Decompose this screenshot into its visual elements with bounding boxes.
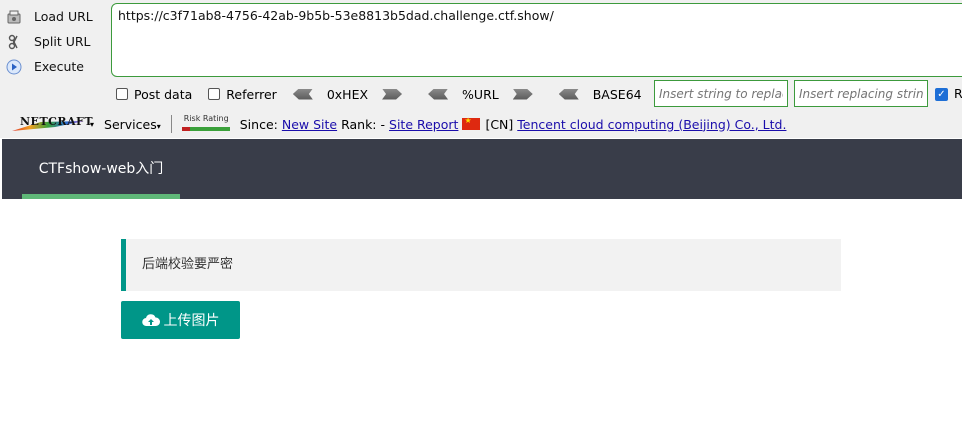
execute-icon [6,59,22,75]
url-textarea[interactable]: https://c3f71ab8-4756-42ab-9b5b-53e8813b… [111,3,962,77]
top-navbar: CTFshow-web入门 [2,139,962,199]
country-code: [CN] [485,116,514,132]
notice-text: 后端校验要严密 [142,257,234,272]
cloud-upload-icon [141,314,160,327]
upload-label: 上传图片 [163,313,220,329]
services-menu[interactable]: Services▾ [104,117,161,132]
referrer-option[interactable]: Referrer [208,87,277,102]
hackbar-actions: Load URL Split URL Execute [6,4,106,79]
url-decode-arrow-icon[interactable] [428,88,449,100]
base64-decode-arrow-icon[interactable] [558,88,579,100]
base64-label: BASE64 [592,86,642,102]
hex-decode-arrow-icon[interactable] [292,88,313,100]
site-report-link[interactable]: Site Report [389,117,458,132]
split-url-button[interactable]: Split URL [6,29,106,54]
since-link[interactable]: New Site [282,117,337,132]
replace-all-label: R [954,86,962,101]
load-url-icon [6,9,22,25]
url-enc-label: %URL [462,86,499,102]
replacing-string-input[interactable] [794,80,928,107]
rank-label: Rank: [341,116,377,132]
risk-rating-label: Risk Rating [183,114,229,123]
hackbar-options: Post data Referrer 0xHEX %URL BASE64 [116,82,702,106]
toolbar-divider [170,115,172,133]
execute-label: Execute [34,59,84,74]
post-data-label: Post data [134,86,193,102]
referrer-checkbox[interactable] [208,88,221,100]
rank-value: - [380,116,386,132]
post-data-checkbox[interactable] [116,88,128,100]
notice-quote: 后端校验要严密 [121,239,841,291]
nav-item-ctfshow[interactable]: CTFshow-web入门 [22,139,180,199]
replace-string-input[interactable] [654,80,788,107]
replace-all-checkbox[interactable]: ✓ [935,88,948,101]
services-label: Services [104,116,157,132]
url-encoder: %URL [428,87,533,102]
hex-encode-arrow-icon[interactable] [382,88,403,100]
netcraft-logo-text: NETCRAFT [20,115,94,128]
china-flag-icon [462,116,481,130]
risk-rating-indicator [181,127,190,131]
hosting-provider-link[interactable]: Tencent cloud computing (Beijing) Co., L… [517,117,786,132]
url-encode-arrow-icon[interactable] [512,88,533,100]
referrer-label: Referrer [226,86,277,102]
since-label: Since: [239,116,278,132]
split-url-label: Split URL [34,34,91,49]
hackbar: Load URL Split URL Execute https://c3f71… [0,0,962,138]
nav-title: CTFshow-web入门 [38,161,164,177]
netcraft-toolbar: NETCRAFT ▾ Services▾ Risk Rating Since: … [0,112,962,136]
netcraft-logo[interactable]: NETCRAFT [12,115,93,133]
hex-encoder: 0xHEX [292,86,403,102]
load-url-label: Load URL [34,9,93,24]
hex-label: 0xHEX [326,86,369,102]
risk-rating-meter[interactable]: Risk Rating [180,114,232,132]
services-caret-icon: ▾ [156,121,161,131]
execute-button[interactable]: Execute [6,54,106,79]
load-url-button[interactable]: Load URL [6,4,106,29]
upload-image-button[interactable]: 上传图片 [121,301,240,339]
post-data-option[interactable]: Post data [116,87,192,102]
split-url-icon [6,34,22,50]
